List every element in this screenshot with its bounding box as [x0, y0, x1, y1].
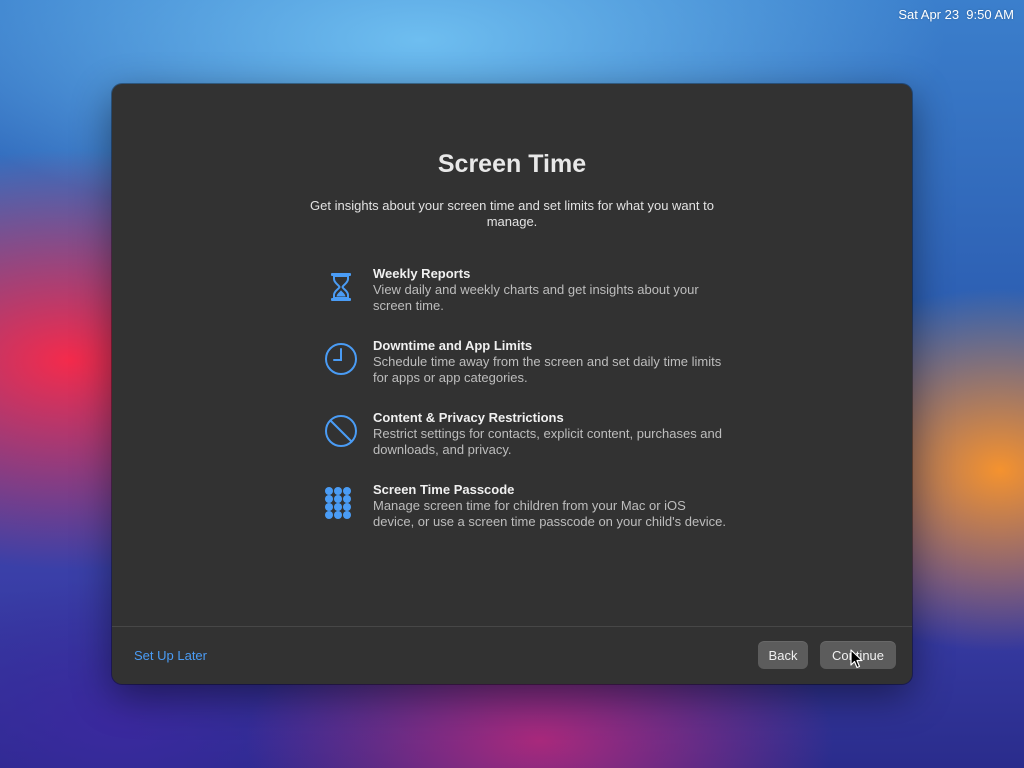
clock-icon	[320, 338, 362, 380]
hourglass-icon	[320, 266, 362, 308]
page-subtitle: Get insights about your screen time and …	[310, 198, 714, 229]
feature-content-privacy-restrictions: Content & Privacy Restrictions Restrict …	[320, 410, 722, 482]
set-up-later-link[interactable]: Set Up Later	[134, 648, 207, 663]
feature-description: Restrict settings for contacts, explicit…	[373, 426, 723, 457]
menubar-clock[interactable]: Sat Apr 23 9:50 AM	[898, 7, 1014, 22]
feature-screen-time-passcode: Screen Time Passcode Manage screen time …	[320, 482, 726, 554]
feature-list: Weekly Reports View daily and weekly cha…	[320, 266, 726, 554]
feature-weekly-reports: Weekly Reports View daily and weekly cha…	[320, 266, 720, 338]
setup-assistant-window: Screen Time Get insights about your scre…	[112, 84, 912, 684]
feature-description: Manage screen time for children from you…	[373, 498, 726, 529]
feature-description: Schedule time away from the screen and s…	[373, 354, 722, 385]
page-title: Screen Time	[437, 150, 587, 178]
mouse-pointer-icon	[850, 649, 863, 669]
back-button[interactable]: Back	[758, 641, 808, 669]
feature-title: Screen Time Passcode	[373, 482, 515, 497]
feature-description: View daily and weekly charts and get ins…	[373, 282, 699, 313]
feature-downtime-app-limits: Downtime and App Limits Schedule time aw…	[320, 338, 721, 410]
feature-title: Weekly Reports	[373, 266, 471, 281]
footer-divider	[112, 626, 912, 627]
feature-title: Downtime and App Limits	[373, 338, 533, 353]
keypad-icon	[320, 482, 362, 524]
restriction-icon	[320, 410, 362, 452]
feature-title: Content & Privacy Restrictions	[373, 410, 564, 425]
